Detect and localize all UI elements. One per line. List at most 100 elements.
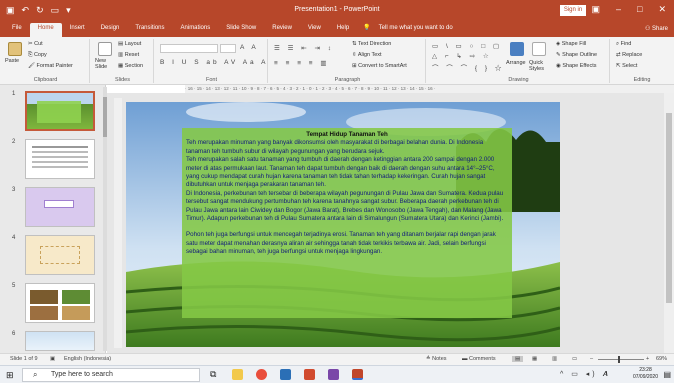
shapes-gallery-icon[interactable]: ▭ \ ▭ ○ □ ▢ xyxy=(432,42,502,50)
slide-thumbnail-4[interactable] xyxy=(25,235,95,275)
spelling-icon[interactable]: ▣ xyxy=(50,356,55,362)
list-indent-icons[interactable]: ☰ ☰ ⇤ ⇥ ↕ xyxy=(274,44,334,52)
paragraph-group: ☰ ☰ ⇤ ⇥ ↕ ≡ ≡ ≡ ≡ ▥ ⇅ Text Direction ⇳ A… xyxy=(270,39,426,83)
tab-file[interactable]: File xyxy=(4,23,30,37)
tab-insert[interactable]: Insert xyxy=(62,23,93,37)
font-size-box[interactable] xyxy=(220,44,236,53)
taskbar-search-box[interactable]: ⌕ Type here to search xyxy=(22,368,200,382)
slide-canvas[interactable]: Tempat Hidup Tanaman Teh Teh merupakan m… xyxy=(126,102,560,347)
new-slide-icon[interactable] xyxy=(98,42,112,56)
find-button[interactable]: ⌕ Find xyxy=(616,41,631,48)
thumbnail-frame xyxy=(40,246,80,264)
ribbon-display-options-icon[interactable]: ▣ xyxy=(591,4,600,15)
paste-button[interactable]: Paste xyxy=(5,58,19,64)
paste-icon[interactable] xyxy=(8,42,22,56)
arrange-button[interactable]: Arrange xyxy=(506,60,526,66)
file-explorer-icon[interactable] xyxy=(232,369,243,380)
slide-thumbnail-5[interactable] xyxy=(25,283,95,323)
slide-number: 1 xyxy=(12,91,16,97)
grow-shrink-font-icon[interactable]: A A xyxy=(240,44,259,51)
vertical-scrollbar[interactable] xyxy=(664,93,674,353)
shape-effects-button[interactable]: ◉ Shape Effects xyxy=(556,63,596,69)
comments-button[interactable]: ▬ Comments xyxy=(462,356,496,362)
smartart-button[interactable]: ⊞ Convert to SmartArt xyxy=(352,63,407,69)
media-icon[interactable] xyxy=(328,369,339,380)
normal-view-icon[interactable]: ▤ xyxy=(512,356,524,362)
tab-view[interactable]: View xyxy=(300,23,329,37)
tab-help[interactable]: Help xyxy=(329,23,357,37)
content-textbox[interactable]: Tempat Hidup Tanaman Teh Teh merupakan m… xyxy=(182,128,512,318)
reading-view-icon[interactable]: ▥ xyxy=(552,356,557,362)
zoom-in-icon[interactable]: + xyxy=(646,356,649,362)
font-style-buttons[interactable]: B I U S ab AV Aa A xyxy=(160,59,268,66)
zoom-level[interactable]: 69% xyxy=(656,356,667,362)
align-text-button[interactable]: ⇳ Align Text xyxy=(352,52,382,58)
shape-fill-button[interactable]: ◈ Shape Fill xyxy=(556,41,586,47)
format-painter-button[interactable]: 🖌 Format Painter xyxy=(28,63,73,69)
lightbulb-icon: 💡 xyxy=(363,25,371,31)
zoom-slider[interactable] xyxy=(598,359,644,360)
language-indicator[interactable]: English (Indonesia) xyxy=(64,356,111,362)
close-icon[interactable]: ✕ xyxy=(658,4,666,15)
redo-icon[interactable]: ↻ xyxy=(36,5,44,16)
new-slide-button[interactable]: New Slide xyxy=(95,58,115,70)
zoom-slider-thumb[interactable] xyxy=(618,356,620,363)
minimize-icon[interactable]: – xyxy=(616,4,621,15)
copy-button[interactable]: ⎘ Copy xyxy=(28,52,47,59)
slide-number: 3 xyxy=(12,187,16,193)
zoom-out-icon[interactable]: – xyxy=(590,356,593,362)
tab-animations[interactable]: Animations xyxy=(173,23,219,37)
tab-home[interactable]: Home xyxy=(29,23,62,37)
sign-in-button[interactable]: Sign in xyxy=(560,5,586,16)
select-button[interactable]: ⇱ Select xyxy=(616,63,637,69)
arrange-icon[interactable] xyxy=(510,42,524,56)
paintbrush-icon: 🖌 xyxy=(28,63,37,69)
slide-thumbnail-1[interactable] xyxy=(25,91,95,131)
replace-button[interactable]: ⇄ Replace xyxy=(616,52,642,58)
reset-button[interactable]: ▥ Reset xyxy=(118,52,139,58)
slide-thumbnail-6[interactable] xyxy=(25,331,95,351)
text-direction-button[interactable]: ⇅ Text Direction xyxy=(352,41,391,47)
notification-icon[interactable]: ▤ xyxy=(663,370,671,379)
start-presentation-icon[interactable]: ▭ xyxy=(51,5,60,16)
shapes-gallery-row3-icon[interactable]: ⌒ ⌒ ⌒ { } ☆ xyxy=(432,62,504,72)
clock-date: 07/09/2020 xyxy=(632,374,658,380)
tab-slide-show[interactable]: Slide Show xyxy=(218,23,264,37)
pdf-reader-icon[interactable] xyxy=(304,369,315,380)
system-tray-icons[interactable]: ^ ▭ ◂) 𝑨 xyxy=(560,370,610,379)
tab-review[interactable]: Review xyxy=(264,23,300,37)
cut-button[interactable]: ✂ Cut xyxy=(28,41,43,47)
slide-sorter-icon[interactable]: ▦ xyxy=(532,356,537,362)
share-button[interactable]: ⚇ Share xyxy=(645,25,668,32)
taskbar-clock[interactable]: 23:28 07/09/2020 xyxy=(633,367,658,381)
editing-label: Editing xyxy=(633,77,651,83)
notes-button[interactable]: ≙ Notes xyxy=(426,356,447,362)
powerpoint-icon[interactable] xyxy=(352,369,363,380)
paragraph-3: Di Indonesia, perkebunan teh tersebar di… xyxy=(186,189,504,223)
save-icon[interactable]: ▣ xyxy=(6,5,15,16)
section-icon: ▦ xyxy=(118,63,125,69)
shapes-gallery-row2-icon[interactable]: △ ⌐ ↳ ⇨ ☆ xyxy=(432,52,492,60)
chrome-icon[interactable] xyxy=(256,369,267,380)
customize-qat-icon[interactable]: ▾ xyxy=(66,5,71,16)
font-name-box[interactable] xyxy=(160,44,218,53)
find-label: Find xyxy=(620,41,632,47)
quick-styles-button[interactable]: Quick Styles xyxy=(529,60,551,72)
slide-thumbnail-3[interactable] xyxy=(25,187,95,227)
word-icon[interactable] xyxy=(280,369,291,380)
quick-styles-icon[interactable] xyxy=(532,42,546,56)
undo-icon[interactable]: ↶ xyxy=(22,5,30,16)
slide-thumbnail-2[interactable] xyxy=(25,139,95,179)
tab-design[interactable]: Design xyxy=(93,23,128,37)
slideshow-view-icon[interactable]: ▭ xyxy=(572,356,577,362)
windows-start-icon[interactable]: ⊞ xyxy=(6,370,14,381)
maximize-icon[interactable]: □ xyxy=(637,4,642,15)
scrollbar-thumb[interactable] xyxy=(666,113,672,303)
alignment-icons[interactable]: ≡ ≡ ≡ ≡ ▥ xyxy=(274,59,330,67)
section-button[interactable]: ▦ Section xyxy=(118,63,143,69)
task-view-icon[interactable]: ⧉ xyxy=(210,369,221,380)
shape-outline-button[interactable]: ✎ Shape Outline xyxy=(556,52,597,58)
tab-transitions[interactable]: Transitions xyxy=(127,23,172,37)
tell-me-search[interactable]: Tell me what you want to do xyxy=(379,23,461,37)
layout-button[interactable]: ▤ Layout xyxy=(118,41,141,47)
